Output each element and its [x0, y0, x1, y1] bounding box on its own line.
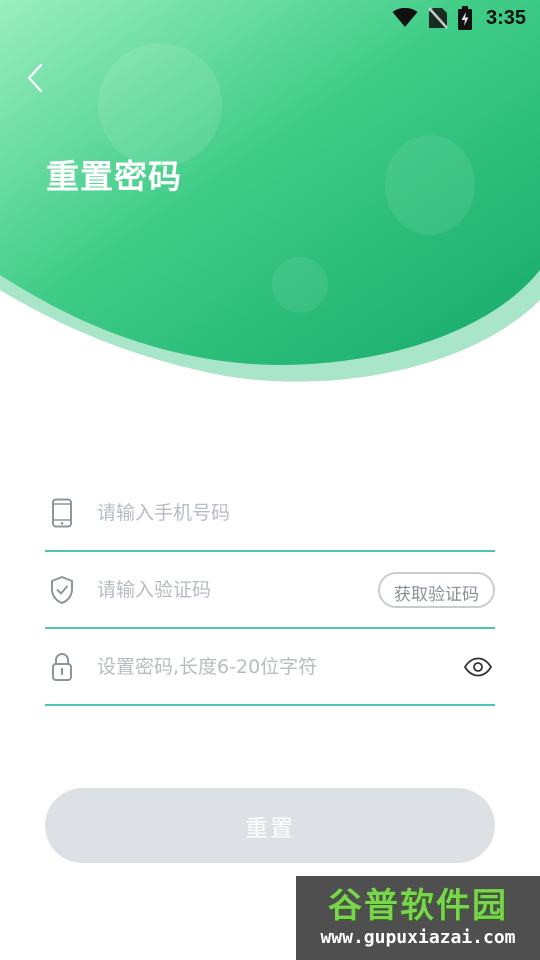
code-input[interactable] — [95, 568, 378, 611]
back-button[interactable] — [20, 60, 50, 96]
watermark-brand: 谷普软件园 — [328, 886, 508, 926]
password-field — [45, 629, 495, 706]
page-title: 重置密码 — [46, 157, 182, 196]
password-input[interactable] — [95, 645, 461, 688]
phone-field — [45, 475, 495, 552]
shield-check-icon — [47, 575, 77, 605]
header-wave-background — [0, 0, 540, 382]
watermark-url: www.gupuxiazai.com — [320, 927, 516, 948]
battery-charging-icon — [457, 6, 472, 30]
watermark: 谷普软件园 www.gupuxiazai.com — [296, 876, 540, 960]
chevron-left-icon — [27, 63, 43, 93]
status-bar: 3:35 — [0, 0, 540, 36]
no-sim-icon — [428, 7, 448, 29]
phone-input[interactable] — [95, 491, 495, 534]
wifi-icon — [392, 8, 418, 28]
eye-icon — [463, 657, 493, 676]
code-field: 获取验证码 — [45, 552, 495, 629]
status-time: 3:35 — [485, 6, 526, 29]
lock-icon — [47, 652, 77, 682]
phone-icon — [47, 498, 77, 528]
reset-form: 获取验证码 — [45, 475, 495, 706]
get-code-button[interactable]: 获取验证码 — [378, 571, 495, 608]
reset-button[interactable]: 重置 — [45, 788, 495, 863]
reset-password-screen: 3:35 重置密码 请输入手机号码 请输入验证码 获取验证码 重置 谷普软件园 … — [0, 0, 540, 960]
password-visibility-toggle[interactable] — [461, 652, 495, 682]
